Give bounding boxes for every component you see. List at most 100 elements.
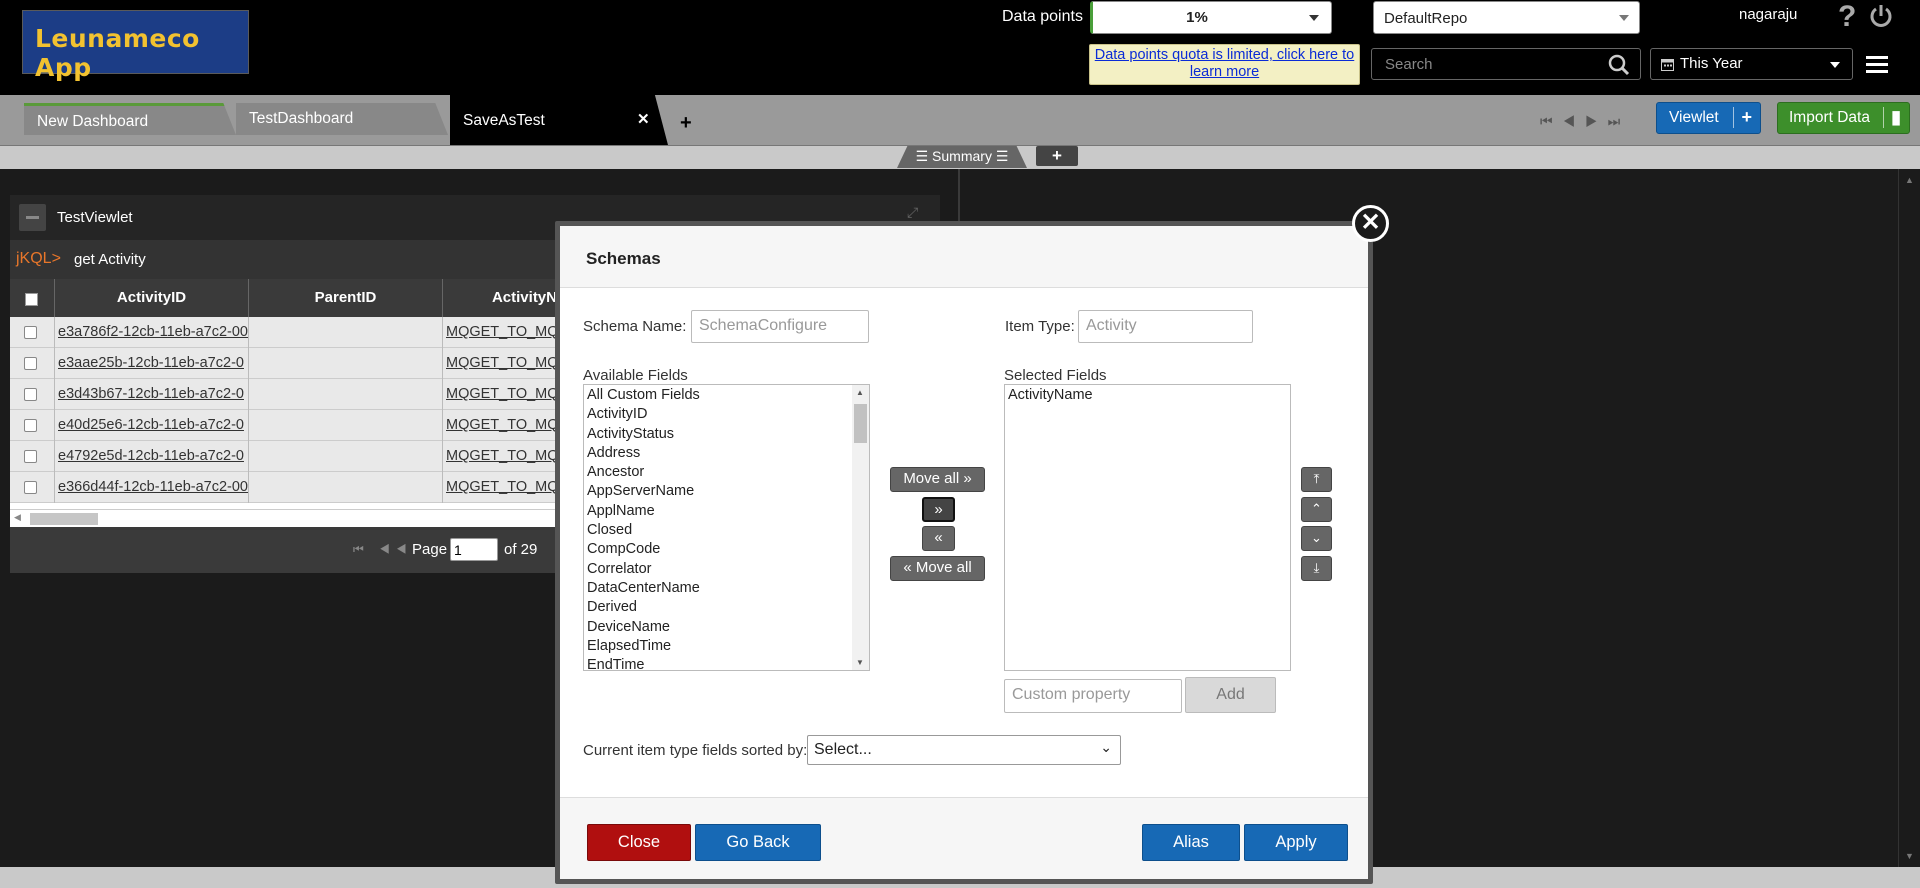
import-data-button[interactable]: Import Data ▮: [1777, 102, 1910, 134]
move-all-right-button[interactable]: Move all »: [890, 467, 985, 492]
hamburger-menu-icon[interactable]: [1866, 56, 1888, 74]
move-right-button[interactable]: »: [922, 497, 955, 522]
power-icon[interactable]: [1868, 3, 1894, 29]
apply-button[interactable]: Apply: [1244, 824, 1348, 861]
activity-id-link[interactable]: e3aae25b-12cb-11eb-a7c2-0: [54, 348, 248, 379]
close-button[interactable]: Close: [587, 824, 691, 861]
add-viewlet-button[interactable]: Viewlet +: [1656, 102, 1761, 134]
available-fields-list[interactable]: All Custom Fields ActivityID ActivitySta…: [583, 384, 870, 671]
jkql-prompt: jKQL>: [16, 250, 61, 267]
list-item[interactable]: AppServerName: [584, 483, 869, 502]
user-name[interactable]: nagaraju: [1739, 6, 1797, 23]
period-select[interactable]: This Year: [1650, 48, 1853, 80]
move-left-button[interactable]: «: [922, 526, 955, 551]
go-back-button[interactable]: Go Back: [695, 824, 821, 861]
sort-value: Select...: [814, 741, 872, 758]
data-points-value: 1%: [1186, 9, 1208, 26]
app-logo[interactable]: Leunameco App: [22, 10, 249, 82]
next-icon[interactable]: ▶: [1585, 113, 1608, 129]
tab-test-dashboard[interactable]: TestDashboard: [236, 103, 448, 135]
item-type-label: Item Type:: [1005, 318, 1075, 335]
activity-id-link[interactable]: e3d43b67-12cb-11eb-a7c2-0: [54, 379, 248, 410]
scroll-up-icon[interactable]: ▲: [856, 388, 864, 397]
prev-icon[interactable]: ◀: [1563, 113, 1586, 129]
list-scrollbar[interactable]: ▲ ▼: [852, 385, 869, 670]
activity-id-link[interactable]: e40d25e6-12cb-11eb-a7c2-0: [54, 410, 248, 441]
first-icon[interactable]: ⏮: [1540, 113, 1563, 129]
move-up-button[interactable]: ⌃: [1301, 497, 1332, 522]
dashboard-scrollbar[interactable]: ▲ ▼: [1898, 169, 1920, 867]
row-checkbox[interactable]: [24, 326, 37, 339]
schemas-dialog: Schemas Schema Name: SchemaConfigure Ite…: [555, 221, 1373, 884]
search-icon[interactable]: [1608, 54, 1630, 76]
row-checkbox[interactable]: [24, 357, 37, 370]
list-item[interactable]: ApplName: [584, 503, 869, 522]
calendar-icon: [1661, 59, 1674, 71]
pager-nav-icons[interactable]: ⏮ ◀◀: [353, 542, 413, 557]
data-points-label: Data points: [1002, 8, 1083, 25]
plus-icon: +: [1733, 107, 1752, 128]
move-all-left-button[interactable]: « Move all: [890, 556, 985, 581]
help-icon[interactable]: ?: [1838, 0, 1856, 34]
list-item[interactable]: Closed: [584, 522, 869, 541]
close-icon[interactable]: ✕: [1352, 205, 1389, 242]
sort-select[interactable]: Select... ⌄: [807, 735, 1121, 765]
activity-id-link[interactable]: e3a786f2-12cb-11eb-a7c2-00: [54, 317, 248, 348]
list-item[interactable]: Correlator: [584, 561, 869, 580]
period-value: This Year: [1680, 55, 1743, 72]
scroll-thumb[interactable]: [854, 404, 867, 443]
activity-id-link[interactable]: e366d44f-12cb-11eb-a7c2-00: [54, 472, 248, 503]
list-item[interactable]: EndTime: [584, 657, 869, 670]
tab-new-dashboard[interactable]: New Dashboard: [24, 103, 236, 135]
list-item[interactable]: ActivityName: [1005, 387, 1290, 406]
custom-property-input[interactable]: Custom property: [1004, 679, 1182, 713]
last-icon[interactable]: ⏭: [1608, 113, 1631, 129]
tab-save-as-test[interactable]: SaveAsTest: [450, 95, 668, 145]
row-checkbox[interactable]: [24, 419, 37, 432]
search-input[interactable]: [1372, 49, 1602, 79]
schema-name-field[interactable]: SchemaConfigure: [691, 310, 869, 343]
repository-value: DefaultRepo: [1384, 10, 1468, 27]
scroll-up-icon[interactable]: ▲: [1905, 175, 1914, 185]
scroll-down-icon[interactable]: ▼: [856, 658, 864, 667]
list-item[interactable]: DeviceName: [584, 619, 869, 638]
list-item[interactable]: Address: [584, 445, 869, 464]
minimize-icon[interactable]: [19, 204, 46, 231]
data-points-select[interactable]: 1%: [1090, 1, 1332, 34]
scroll-down-icon[interactable]: ▼: [1905, 851, 1914, 861]
list-item[interactable]: CompCode: [584, 541, 869, 560]
row-checkbox[interactable]: [24, 481, 37, 494]
list-item[interactable]: ActivityID: [584, 406, 869, 425]
row-checkbox[interactable]: [24, 450, 37, 463]
list-item[interactable]: Derived: [584, 599, 869, 618]
selected-fields-list[interactable]: ActivityName: [1004, 384, 1291, 671]
move-down-button[interactable]: ⌄: [1301, 526, 1332, 551]
scroll-thumb[interactable]: [30, 513, 98, 525]
list-item[interactable]: ElapsedTime: [584, 638, 869, 657]
alias-button[interactable]: Alias: [1142, 824, 1240, 861]
page-number-input[interactable]: [450, 538, 498, 561]
scroll-left-icon[interactable]: ◀: [14, 512, 21, 523]
summary-tab[interactable]: ☰ Summary ☰: [897, 146, 1027, 168]
move-bottom-button[interactable]: ⤓: [1301, 556, 1332, 581]
query-text[interactable]: get Activity: [74, 251, 146, 268]
dialog-header: Schemas: [560, 226, 1368, 288]
quota-link[interactable]: Data points quota is limited, click here…: [1095, 47, 1355, 80]
move-top-button[interactable]: ⤒: [1301, 467, 1332, 492]
logo-text: Leunameco App: [35, 24, 200, 82]
row-checkbox[interactable]: [24, 388, 37, 401]
column-header-activity-id[interactable]: ActivityID: [54, 279, 248, 317]
list-item[interactable]: DataCenterName: [584, 580, 869, 599]
list-item[interactable]: Ancestor: [584, 464, 869, 483]
repository-select[interactable]: DefaultRepo: [1373, 1, 1640, 34]
add-tab-button[interactable]: +: [680, 112, 692, 135]
add-summary-button[interactable]: +: [1036, 146, 1078, 166]
schema-name-label: Schema Name:: [583, 318, 687, 335]
list-item[interactable]: ActivityStatus: [584, 426, 869, 445]
list-item[interactable]: All Custom Fields: [584, 387, 869, 406]
add-button[interactable]: Add: [1185, 677, 1276, 713]
select-all-checkbox[interactable]: [25, 293, 38, 306]
column-header-parent-id[interactable]: ParentID: [248, 279, 442, 317]
close-tab-icon[interactable]: ✕: [637, 110, 650, 128]
activity-id-link[interactable]: e4792e5d-12cb-11eb-a7c2-0: [54, 441, 248, 472]
